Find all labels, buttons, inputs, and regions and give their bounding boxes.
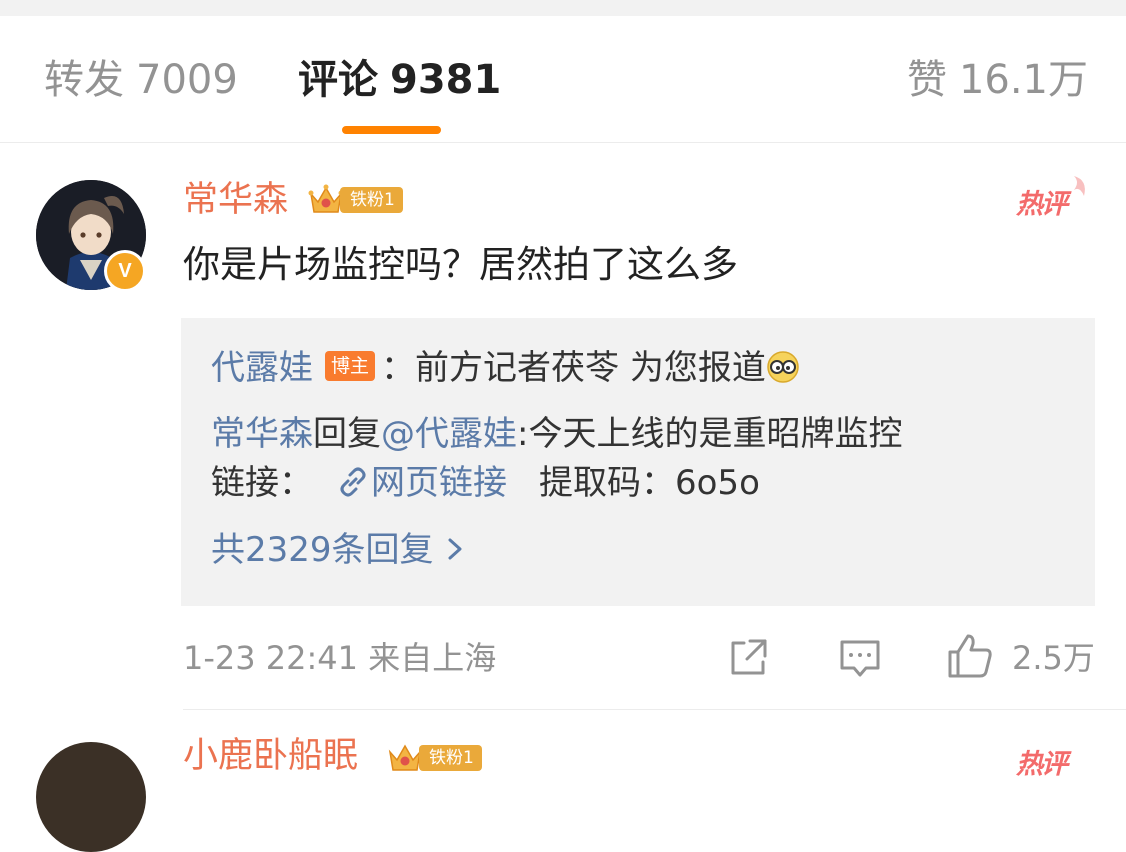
reply-first-user[interactable]: 代露娃: [211, 348, 313, 388]
tab-comments-label: 评论: [298, 57, 378, 103]
glasses-emoji-icon: [767, 350, 799, 383]
fan-badge-label: 铁粉1: [340, 187, 403, 213]
chevron-right-icon: [448, 538, 462, 559]
view-all-replies[interactable]: 共2329条回复: [211, 528, 466, 572]
fan-badge[interactable]: 铁粉1: [306, 180, 403, 220]
like-count: 2.5万: [1012, 639, 1095, 677]
reply-first-separator: ：: [381, 348, 416, 388]
next-fan-badge[interactable]: 铁粉1: [385, 738, 482, 778]
comment-location: 来自上海: [368, 639, 497, 677]
next-comment-username[interactable]: 小鹿卧船眠: [183, 734, 358, 778]
next-avatar[interactable]: [36, 742, 146, 852]
next-fan-badge-label: 铁粉1: [419, 745, 482, 771]
reply-first-text: 前方记者茯苓 为您报道: [415, 348, 766, 388]
comment-divider: [183, 709, 1126, 710]
code-value: 6o5o: [675, 463, 760, 503]
web-link[interactable]: 网页链接: [371, 463, 507, 503]
tab-comments[interactable]: 评论 9381: [298, 56, 501, 104]
reply-second-user[interactable]: 常华森: [211, 414, 313, 454]
thumbs-up-icon[interactable]: [946, 632, 994, 680]
reply-mention[interactable]: @代露娃: [381, 414, 517, 454]
reply-second-link-line: 链接： 网页链接 提取码：6o5o: [211, 461, 760, 505]
comment-time: 1-23 22:41: [183, 639, 359, 677]
next-hot-comment-tag: 热评: [1014, 732, 1094, 782]
link-icon: [340, 467, 366, 496]
tab-likes[interactable]: 赞 16.1万: [907, 56, 1088, 104]
tab-likes-label: 赞: [906, 57, 947, 103]
reply-second-action: 回复: [313, 414, 381, 454]
tab-bar: 转发 7009 评论 9381 赞 16.1万: [0, 16, 1126, 143]
code-label: 提取码：: [539, 463, 675, 503]
comment-meta: 1-23 22:41 来自上海: [183, 636, 496, 680]
comment-username[interactable]: 常华森: [183, 178, 288, 222]
hot-comment-label: 热评: [1016, 189, 1068, 220]
comment-text: 你是片场监控吗？居然拍了这么多: [183, 243, 738, 286]
tab-reposts-label: 转发: [44, 57, 124, 103]
verified-badge-icon: V: [104, 250, 146, 292]
next-hot-comment-label: 热评: [1016, 749, 1068, 780]
reply-first: 代露娃 博主 ：前方记者茯苓 为您报道: [211, 346, 800, 390]
tab-reposts[interactable]: 转发 7009: [44, 56, 238, 104]
total-replies-label: 共2329条回复: [211, 530, 434, 570]
comment-icon[interactable]: [838, 636, 882, 680]
reply-second: 常华森回复@代露娃:今天上线的是重昭牌监控: [211, 412, 902, 456]
reply-second-text: :今天上线的是重昭牌监控: [517, 414, 903, 454]
top-gap: [0, 0, 1126, 16]
active-tab-indicator: [342, 126, 441, 134]
blogger-badge: 博主: [325, 350, 376, 381]
link-prefix: 链接：: [211, 463, 313, 503]
share-icon[interactable]: [728, 636, 770, 678]
tab-comments-count: 9381: [390, 57, 502, 103]
reply-thread[interactable]: 代露娃 博主 ：前方记者茯苓 为您报道 常华森回复@代露娃:今天上线的是重昭牌监控 …: [181, 318, 1095, 606]
tab-reposts-count: 7009: [136, 57, 238, 103]
hot-comment-tag: 热评: [1014, 172, 1094, 222]
tab-likes-count: 16.1万: [958, 57, 1088, 103]
